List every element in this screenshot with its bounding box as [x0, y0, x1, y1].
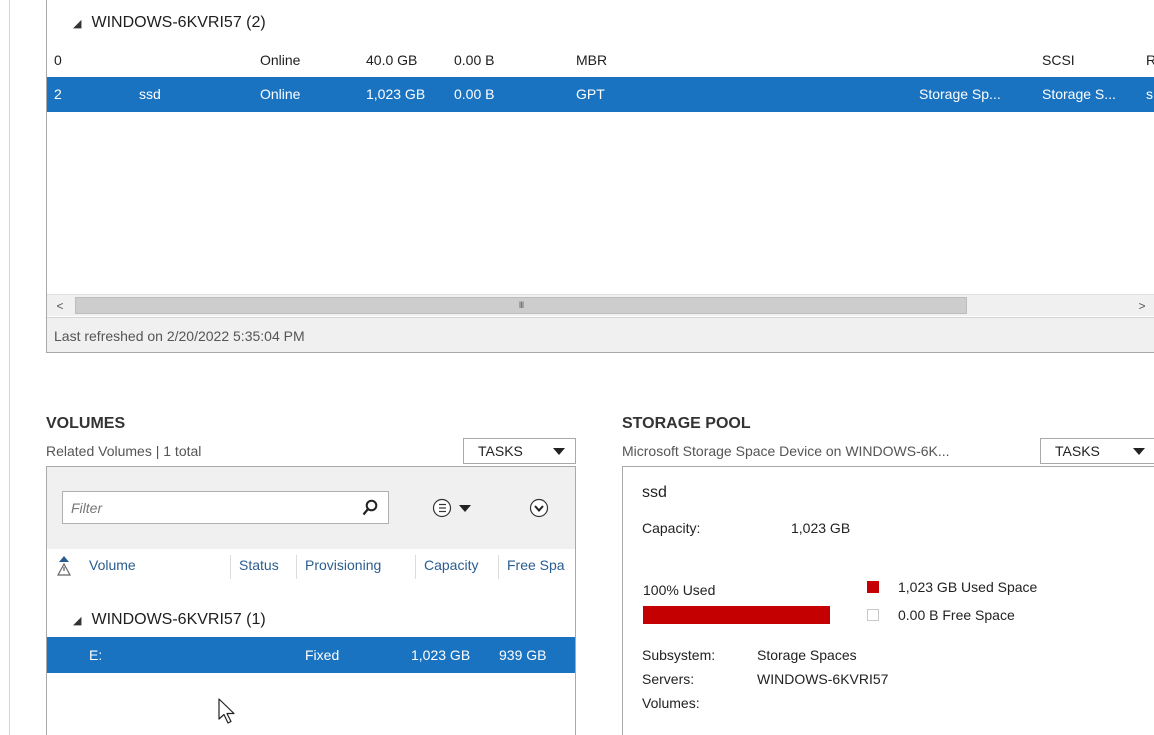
used-space-swatch [867, 581, 879, 593]
usage-bar [643, 606, 830, 624]
volume-free-space: 939 GB [499, 647, 547, 663]
disk-extra-column: s [1146, 86, 1153, 102]
scrollbar-grip: III [518, 300, 524, 310]
disk-capacity: 40.0 GB [366, 52, 418, 68]
capacity-label: Capacity: [642, 520, 701, 536]
warning-sort-icon[interactable] [57, 555, 71, 577]
volumes-group-label: WINDOWS-6KVRI57 (1) [91, 611, 266, 628]
disk-name: ssd [139, 86, 161, 102]
last-refreshed-status: Last refreshed on 2/20/2022 5:35:04 PM [47, 317, 1154, 352]
disk-unallocated: 0.00 B [454, 86, 495, 102]
collapse-triangle-icon[interactable]: ◢ [73, 614, 81, 627]
subsystem-label: Subsystem: [642, 647, 716, 663]
column-header-status[interactable]: Status [239, 557, 279, 573]
column-header-provisioning[interactable]: Provisioning [305, 557, 381, 573]
expand-circle-icon[interactable] [528, 497, 550, 519]
used-space-legend: 1,023 GB Used Space [898, 579, 1038, 595]
column-divider [230, 555, 231, 579]
chevron-down-icon [553, 448, 565, 455]
volume-name: E: [89, 647, 103, 663]
column-divider [498, 555, 499, 579]
column-header-free-space[interactable]: Free Spa [507, 557, 565, 573]
chevron-down-icon [1133, 448, 1145, 455]
pool-name: ssd [642, 484, 667, 501]
disk-partition-style: MBR [576, 52, 608, 68]
volumes-column-headers: Volume Status Provisioning Capacity Free… [47, 549, 575, 583]
volumes-toolbar [47, 467, 575, 549]
disk-row-selected[interactable]: 2 ssd Online 1,023 GB 0.00 B GPT Storage… [47, 77, 1154, 112]
disk-number: 0 [54, 52, 62, 68]
column-divider [415, 555, 416, 579]
column-header-capacity[interactable]: Capacity [424, 557, 478, 573]
horizontal-scrollbar[interactable]: < III > [47, 294, 1154, 316]
disks-server-group[interactable]: ◢ WINDOWS-6KVRI57 (2) [47, 6, 266, 40]
disk-bus-type: SCSI [1042, 52, 1075, 68]
disk-bus-type: Storage S... [1042, 86, 1116, 102]
free-space-swatch [867, 609, 879, 621]
collapse-triangle-icon[interactable]: ◢ [73, 17, 81, 30]
mouse-pointer-icon [218, 698, 235, 724]
filter-input[interactable] [63, 492, 343, 523]
volumes-subtitle: Related Volumes | 1 total [46, 443, 202, 459]
volumes-tasks-button[interactable]: TASKS [463, 438, 576, 464]
disk-capacity: 1,023 GB [366, 86, 426, 102]
left-divider [9, 0, 10, 735]
scroll-right-icon[interactable]: > [1132, 297, 1152, 315]
storage-pool-subtitle: Microsoft Storage Space Device on WINDOW… [622, 443, 950, 459]
disk-extra-column: R [1146, 52, 1154, 68]
volume-row-selected[interactable]: E: Fixed 1,023 GB 939 GB [47, 637, 575, 673]
search-icon[interactable] [362, 499, 378, 517]
disk-row[interactable]: 0 Online 40.0 GB 0.00 B MBR SCSI R [47, 43, 1154, 78]
column-divider [296, 555, 297, 579]
used-percent-label: 100% Used [643, 582, 716, 598]
volume-provisioning: Fixed [305, 647, 340, 663]
volumes-label: Volumes: [642, 695, 700, 711]
volumes-title: VOLUMES [46, 415, 126, 432]
disk-number: 2 [54, 86, 62, 102]
disk-partition-style: GPT [576, 86, 605, 102]
volume-capacity: 1,023 GB [411, 647, 471, 663]
filter-box[interactable] [62, 491, 389, 524]
tasks-label: TASKS [1055, 443, 1100, 459]
subsystem-value: Storage Spaces [757, 647, 857, 663]
scroll-left-icon[interactable]: < [50, 297, 70, 315]
volumes-panel: Volume Status Provisioning Capacity Free… [46, 466, 576, 735]
free-space-legend: 0.00 B Free Space [898, 607, 1015, 623]
servers-value: WINDOWS-6KVRI57 [757, 671, 889, 687]
servers-label: Servers: [642, 671, 695, 687]
disk-status: Online [260, 52, 301, 68]
storage-pool-tasks-button[interactable]: TASKS [1040, 438, 1154, 464]
disk-subsystem: Storage Sp... [919, 86, 1001, 102]
capacity-value: 1,023 GB [791, 520, 851, 536]
storage-pool-panel: ssd Capacity: 1,023 GB 100% Used 1,023 G… [622, 466, 1154, 735]
disks-panel: ◢ WINDOWS-6KVRI57 (2) 0 Online 40.0 GB 0… [46, 0, 1154, 353]
disk-status: Online [260, 86, 301, 102]
storage-pool-title: STORAGE POOL [622, 415, 751, 432]
tasks-label: TASKS [478, 443, 523, 459]
volumes-server-group[interactable]: ◢ WINDOWS-6KVRI57 (1) [47, 604, 266, 636]
disk-unallocated: 0.00 B [454, 52, 495, 68]
list-view-icon[interactable] [431, 497, 491, 519]
column-header-volume[interactable]: Volume [89, 557, 136, 573]
disks-group-label: WINDOWS-6KVRI57 (2) [91, 14, 266, 31]
scrollbar-thumb[interactable]: III [75, 297, 967, 314]
